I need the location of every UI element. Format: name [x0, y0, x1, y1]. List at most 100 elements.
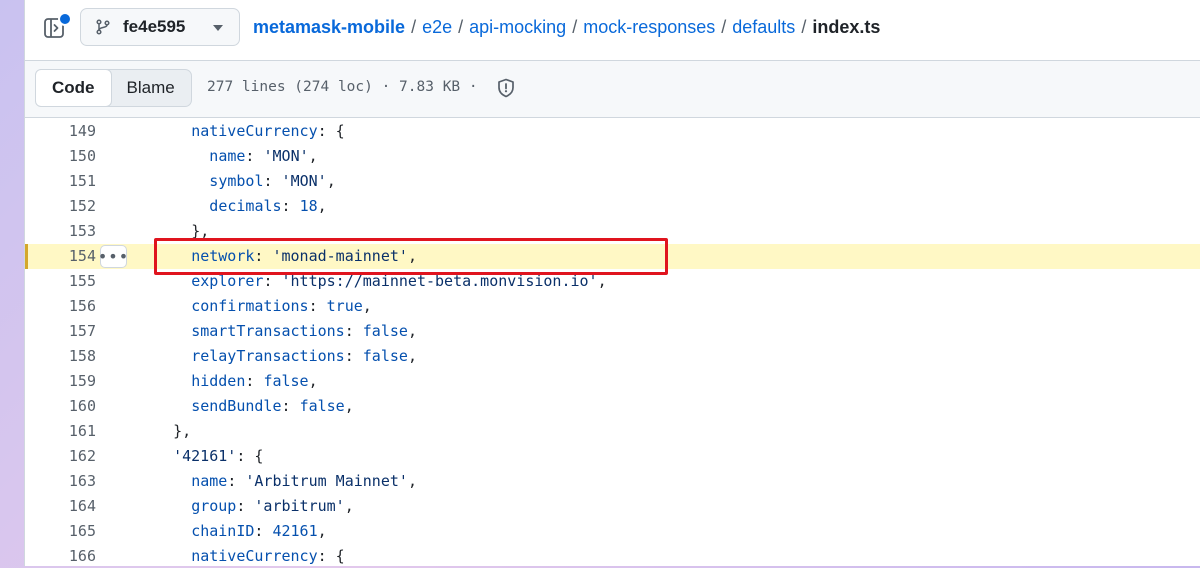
code-property: nativeCurrency	[191, 547, 318, 565]
breadcrumb-repo-link[interactable]: metamask-mobile	[253, 17, 405, 37]
code-text: relayTransactions: false,	[191, 344, 417, 369]
code-punct: : {	[317, 547, 345, 565]
line-number[interactable]: 153	[25, 219, 96, 244]
code-string: 'MON'	[281, 172, 327, 190]
code-punct: ,	[407, 322, 417, 340]
code-property: decimals	[209, 197, 282, 215]
breadcrumb-separator: /	[801, 17, 807, 37]
code-property: name	[209, 147, 246, 165]
code-line: 161},	[25, 419, 1200, 444]
code-text: hidden: false,	[191, 369, 317, 394]
line-number[interactable]: 159	[25, 369, 96, 394]
line-number[interactable]: 166	[25, 544, 96, 566]
code-text: '42161': {	[173, 444, 263, 469]
code-property: name	[191, 472, 228, 490]
code-punct: ,	[344, 497, 354, 515]
kebab-icon[interactable]: •••	[98, 245, 128, 268]
code-line: 164 group: 'arbitrum',	[25, 494, 1200, 519]
code-line: 159 hidden: false,	[25, 369, 1200, 394]
code-text: sendBundle: false,	[191, 394, 354, 419]
line-number[interactable]: 152	[25, 194, 96, 219]
code-punct: :	[236, 497, 255, 515]
code-text: group: 'arbitrum',	[191, 494, 354, 519]
line-number[interactable]: 162	[25, 444, 96, 469]
file-toolbar: Code Blame 277 lines (274 loc) · 7.83 KB…	[25, 60, 1200, 118]
tab-code[interactable]: Code	[35, 69, 112, 107]
code-property: hidden	[191, 372, 246, 390]
code-punct: ,	[308, 372, 318, 390]
breadcrumb-link-defaults[interactable]: defaults	[732, 17, 795, 37]
breadcrumb-separator: /	[458, 17, 464, 37]
code-punct: :	[281, 197, 300, 215]
breadcrumb: metamask-mobile / e2e / api-mocking / mock-res…	[253, 17, 880, 38]
code-punct: :	[263, 172, 282, 190]
code-text: name: 'Arbitrum Mainnet',	[191, 469, 417, 494]
branch-name: fe4e595	[123, 17, 186, 36]
code-punct: :	[344, 322, 363, 340]
code-punct: ,	[362, 297, 372, 315]
line-number[interactable]: 150	[25, 144, 96, 169]
line-number[interactable]: 154	[25, 244, 96, 269]
git-branch-icon	[95, 19, 111, 35]
line-number[interactable]: 161	[25, 419, 96, 444]
code-punct: : {	[236, 447, 264, 465]
code-property: chainID	[191, 522, 255, 540]
branch-selector-button[interactable]: fe4e595	[80, 8, 240, 46]
line-number[interactable]: 157	[25, 319, 96, 344]
code-punct: :	[227, 472, 246, 490]
chevron-down-icon	[213, 25, 223, 31]
code-punct: ,	[317, 197, 327, 215]
code-line: 162 '42161': {	[25, 444, 1200, 469]
code-viewer-window: fe4e595 metamask-mobile / e2e / api-mocking /…	[24, 0, 1200, 566]
code-property: group	[191, 497, 237, 515]
code-line: 149 nativeCurrency: {	[25, 119, 1200, 144]
code-property: nativeCurrency	[191, 122, 318, 140]
code-text: },	[173, 419, 191, 444]
code-keyword: false	[362, 347, 408, 365]
shield-icon[interactable]	[497, 78, 515, 98]
code-punct: :	[344, 347, 363, 365]
code-punct: ,	[407, 472, 417, 490]
line-number[interactable]: 151	[25, 169, 96, 194]
code-line: 151 symbol: 'MON',	[25, 169, 1200, 194]
breadcrumb-link-mock-responses[interactable]: mock-responses	[583, 17, 715, 37]
code-punct: :	[281, 397, 300, 415]
breadcrumb-separator: /	[572, 17, 578, 37]
breadcrumb-current-file: index.ts	[812, 17, 881, 37]
code-keyword: false	[362, 322, 408, 340]
code-number: 42161	[272, 522, 318, 540]
code-text: nativeCurrency: {	[191, 544, 345, 566]
code-number: 18	[299, 197, 318, 215]
code-keyword: false	[263, 372, 309, 390]
code-text: confirmations: true,	[191, 294, 372, 319]
code-punct: ,	[317, 522, 327, 540]
line-number[interactable]: 160	[25, 394, 96, 419]
line-number[interactable]: 164	[25, 494, 96, 519]
breadcrumb-link-e2e[interactable]: e2e	[422, 17, 452, 37]
line-number[interactable]: 163	[25, 469, 96, 494]
code-property: symbol	[209, 172, 264, 190]
code-text: nativeCurrency: {	[191, 119, 345, 144]
breadcrumb-link-api-mocking[interactable]: api-mocking	[469, 17, 566, 37]
code-punct: ,	[326, 172, 336, 190]
code-punct: : {	[317, 122, 345, 140]
code-punct: ,	[344, 397, 354, 415]
code-line: 166 nativeCurrency: {	[25, 544, 1200, 566]
view-mode-toggle: Code Blame	[35, 69, 192, 107]
line-number[interactable]: 155	[25, 269, 96, 294]
code-punct: :	[245, 372, 264, 390]
code-text: smartTransactions: false,	[191, 319, 417, 344]
code-line: 165 chainID: 42161,	[25, 519, 1200, 544]
code-string: 'arbitrum'	[254, 497, 345, 515]
line-number[interactable]: 158	[25, 344, 96, 369]
code-line: 157 smartTransactions: false,	[25, 319, 1200, 344]
code-property: confirmations	[191, 297, 309, 315]
line-number[interactable]: 149	[25, 119, 96, 144]
breadcrumb-separator: /	[411, 17, 417, 37]
breadcrumb-separator: /	[721, 17, 727, 37]
tab-blame[interactable]: Blame	[111, 70, 191, 106]
line-number[interactable]: 156	[25, 294, 96, 319]
code-line: 156 confirmations: true,	[25, 294, 1200, 319]
line-number[interactable]: 165	[25, 519, 96, 544]
code-line: 150 name: 'MON',	[25, 144, 1200, 169]
